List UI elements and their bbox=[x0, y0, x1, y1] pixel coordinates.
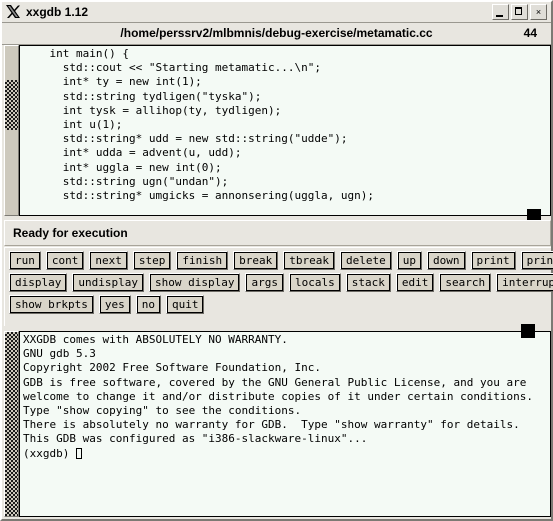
gdb-output-line: There is absolutely no warranty for GDB.… bbox=[23, 418, 520, 432]
status-message: Ready for execution bbox=[13, 226, 128, 240]
gdb-vertical-scrollbar[interactable] bbox=[4, 331, 19, 517]
gdb-text-area[interactable]: XXGDB comes with ABSOLUTELY NO WARRANTY.… bbox=[19, 331, 551, 517]
command-button-print[interactable]: print bbox=[470, 251, 516, 270]
command-button-up[interactable]: up bbox=[396, 251, 422, 270]
gdb-output-line: This GDB was configured as "i386-slackwa… bbox=[23, 432, 368, 446]
gdb-output-line: GNU gdb 5.3 bbox=[23, 347, 96, 361]
command-button-quit[interactable]: quit bbox=[165, 295, 205, 314]
command-button-yes[interactable]: yes bbox=[98, 295, 131, 314]
command-button-edit[interactable]: edit bbox=[395, 273, 435, 292]
window-title: xxgdb 1.12 bbox=[26, 5, 89, 19]
gdb-output-text: XXGDB comes with ABSOLUTELY NO WARRANTY.… bbox=[20, 332, 550, 461]
command-button-cont[interactable]: cont bbox=[45, 251, 85, 270]
gdb-output-line: XXGDB comes with ABSOLUTELY NO WARRANTY. bbox=[23, 333, 288, 346]
source-vertical-scrollbar[interactable] bbox=[4, 45, 19, 216]
command-button-down[interactable]: down bbox=[427, 251, 466, 270]
command-button-search[interactable]: search bbox=[439, 273, 492, 292]
command-button-stack[interactable]: stack bbox=[345, 273, 391, 292]
source-scroll-thumb[interactable] bbox=[5, 80, 18, 130]
command-button-interrupt[interactable]: interrupt bbox=[496, 273, 553, 292]
command-button-row-2: display undisplay show display args locals st… bbox=[9, 273, 553, 292]
gdb-output-line: Type "show copying" to see the condition… bbox=[23, 404, 302, 418]
minimize-button[interactable] bbox=[492, 4, 509, 20]
command-button-run[interactable]: run bbox=[9, 251, 41, 270]
command-button-break[interactable]: break bbox=[233, 251, 279, 270]
title-bar: xxgdb 1.12 × bbox=[2, 2, 551, 23]
command-button-args[interactable]: args bbox=[245, 273, 284, 292]
command-button-row-1: run cont next step finish break tbreak delete up… bbox=[9, 251, 553, 270]
source-text-area[interactable]: int main() { std::cout << "Starting meta… bbox=[19, 45, 551, 216]
gdb-scroll-thumb[interactable] bbox=[5, 332, 18, 516]
x-logo-icon bbox=[5, 4, 21, 20]
source-code-text: int main() { std::cout << "Starting meta… bbox=[49, 47, 374, 203]
command-button-row-3: show brkpts yes no quit bbox=[9, 295, 551, 314]
command-button-next[interactable]: next bbox=[89, 251, 128, 270]
source-file-path: /home/perssrv2/mlbmnis/debug-exercise/me… bbox=[120, 26, 433, 40]
maximize-button[interactable] bbox=[511, 4, 528, 20]
command-button-panel: run cont next step finish break tbreak delete up… bbox=[4, 247, 553, 326]
gdb-output-line: Copyright 2002 Free Software Foundation,… bbox=[23, 361, 322, 375]
window-controls: × bbox=[492, 4, 549, 20]
command-button-locals[interactable]: locals bbox=[288, 273, 341, 292]
command-button-show-brkpts[interactable]: show brkpts bbox=[9, 295, 94, 314]
command-button-no[interactable]: no bbox=[135, 295, 161, 314]
source-code-pane: int main() { std::cout << "Starting meta… bbox=[4, 45, 551, 216]
command-button-finish[interactable]: finish bbox=[176, 251, 229, 270]
text-cursor bbox=[75, 447, 82, 459]
file-header: /home/perssrv2/mlbmnis/debug-exercise/me… bbox=[2, 23, 551, 45]
command-button-delete[interactable]: delete bbox=[340, 251, 392, 270]
xxgdb-window: xxgdb 1.12 × /home/perssrv2/mlbmnis/debu… bbox=[0, 0, 553, 521]
command-button-print-[interactable]: print * bbox=[520, 251, 553, 270]
command-button-undisplay[interactable]: undisplay bbox=[72, 273, 144, 292]
gdb-output-pane: XXGDB comes with ABSOLUTELY NO WARRANTY.… bbox=[4, 331, 551, 517]
gdb-output-line: GDB is free software, covered by the GNU… bbox=[23, 375, 527, 389]
source-line-number: 44 bbox=[523, 26, 537, 40]
gdb-output-line: welcome to change it and/or distribute c… bbox=[23, 389, 533, 403]
gdb-prompt: (xxgdb) bbox=[23, 446, 76, 460]
command-button-display[interactable]: display bbox=[9, 273, 68, 292]
gdb-pane-sash[interactable] bbox=[521, 324, 535, 338]
gdb-prompt-line: (xxgdb) bbox=[23, 447, 550, 461]
command-button-show-display[interactable]: show display bbox=[148, 273, 241, 292]
close-button[interactable]: × bbox=[530, 4, 547, 20]
status-bar: Ready for execution bbox=[4, 220, 551, 246]
command-button-tbreak[interactable]: tbreak bbox=[283, 251, 335, 270]
command-button-step[interactable]: step bbox=[132, 251, 172, 270]
